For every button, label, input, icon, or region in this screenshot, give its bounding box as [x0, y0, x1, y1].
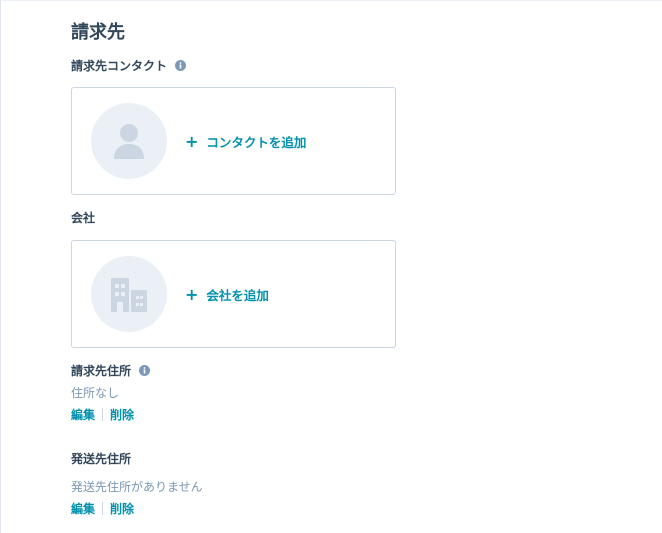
billing-panel: 請求先 請求先コンタクト + コンタクトを追加 会社 + 会社を追加 請求先住所… — [0, 0, 662, 533]
section-title: 請求先 — [71, 22, 125, 43]
divider — [102, 502, 104, 515]
billing-contact-label-row: 請求先コンタクト — [71, 57, 187, 74]
edit-shipping-address-link[interactable]: 編集 — [71, 500, 95, 517]
company-card: + 会社を追加 — [71, 240, 396, 348]
delete-shipping-address-link[interactable]: 削除 — [110, 500, 134, 517]
building-icon — [111, 278, 147, 312]
billing-address-actions: 編集 削除 — [71, 406, 134, 423]
billing-contact-label: 請求先コンタクト — [71, 59, 168, 73]
add-contact-label: コンタクトを追加 — [206, 135, 307, 150]
shipping-address-value: 発送先住所がありません — [71, 480, 203, 494]
shipping-address-label-row: 発送先住所 — [71, 450, 131, 467]
add-company-label: 会社を追加 — [206, 288, 269, 303]
contact-avatar — [91, 103, 167, 179]
company-label: 会社 — [71, 211, 96, 225]
divider — [102, 408, 104, 421]
shipping-address-actions: 編集 削除 — [71, 500, 134, 517]
billing-address-label: 請求先住所 — [71, 364, 132, 378]
billing-address-label-row: 請求先住所 — [71, 362, 151, 379]
add-company-button[interactable]: + 会社を追加 — [185, 285, 269, 304]
shipping-address-label: 発送先住所 — [71, 452, 132, 466]
add-contact-button[interactable]: + コンタクトを追加 — [185, 132, 306, 151]
edit-billing-address-link[interactable]: 編集 — [71, 406, 95, 423]
company-avatar — [91, 256, 167, 332]
plus-icon: + — [185, 131, 199, 151]
billing-address-value: 住所なし — [71, 386, 120, 400]
billing-contact-card: + コンタクトを追加 — [71, 87, 396, 195]
company-label-row: 会社 — [71, 209, 95, 226]
info-icon[interactable] — [139, 365, 151, 376]
person-icon — [114, 124, 144, 159]
delete-billing-address-link[interactable]: 削除 — [110, 406, 134, 423]
info-icon[interactable] — [175, 60, 187, 71]
plus-icon: + — [185, 284, 199, 304]
